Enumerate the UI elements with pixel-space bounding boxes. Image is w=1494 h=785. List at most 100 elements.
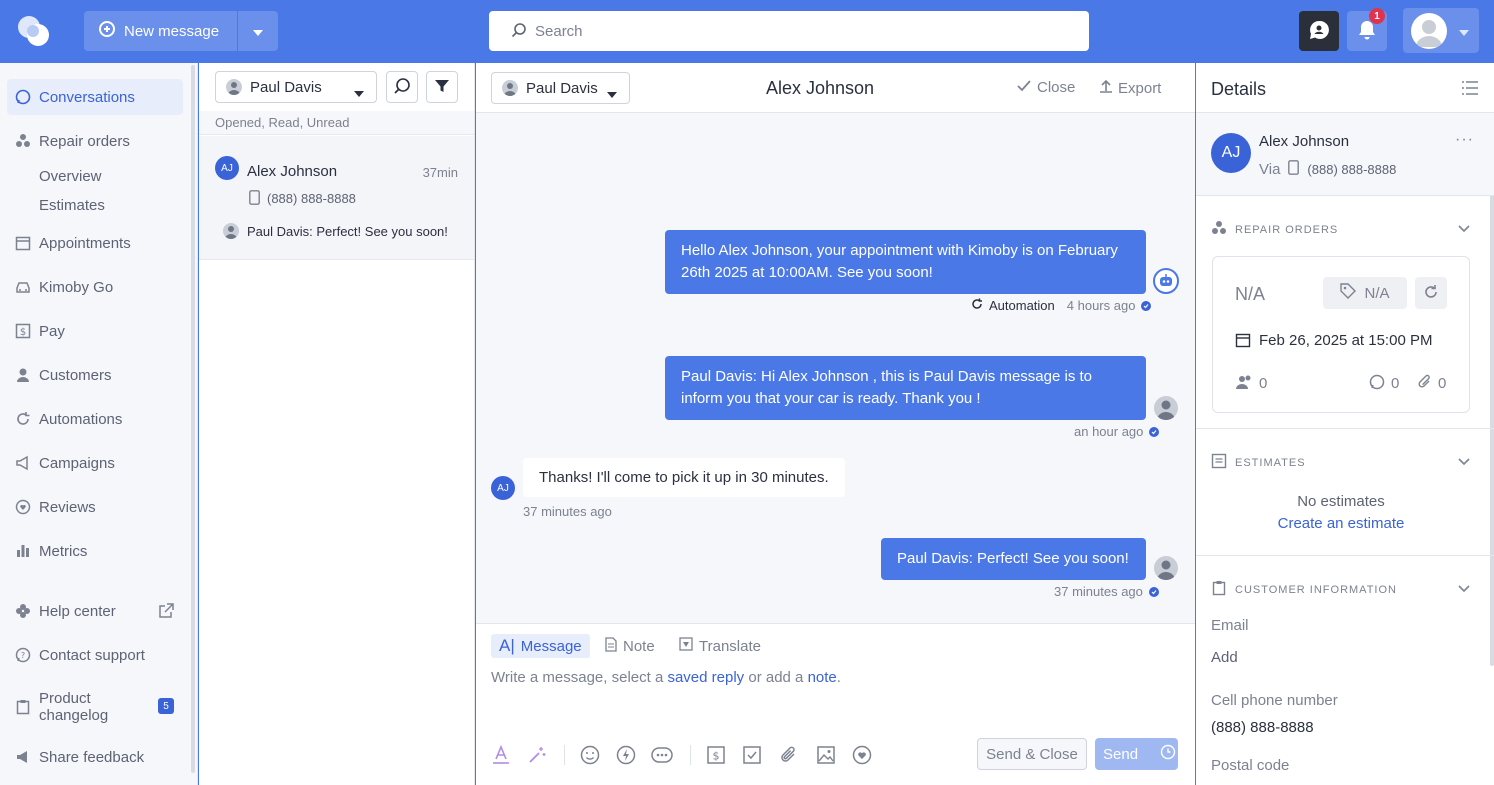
- refresh-button[interactable]: [1415, 277, 1447, 309]
- sidebar-subitem-overview[interactable]: Overview: [39, 168, 102, 185]
- tab-message[interactable]: A| Message: [491, 634, 590, 658]
- repair-order-card[interactable]: N/A N/A Feb 26, 2025 at 15:00 PM 0 0 0: [1212, 256, 1470, 413]
- sidebar-item-campaigns[interactable]: Campaigns: [7, 445, 183, 481]
- search-input[interactable]: [535, 22, 1075, 40]
- automation-icon: [971, 298, 983, 313]
- tab-translate[interactable]: Translate: [671, 634, 769, 658]
- svg-text:$: $: [713, 750, 720, 763]
- payment-request-icon[interactable]: $: [705, 744, 727, 766]
- assigned-agent-select[interactable]: Paul Davis: [491, 72, 630, 104]
- list-view-icon[interactable]: [1462, 81, 1478, 98]
- filter-button[interactable]: [426, 71, 458, 103]
- sidebar-item-help-center[interactable]: Help center: [7, 593, 183, 629]
- emoji-icon[interactable]: [579, 744, 601, 766]
- more-options-icon[interactable]: ···: [1455, 131, 1474, 149]
- sidebar-item-label: Help center: [39, 602, 116, 620]
- kimoby-logo[interactable]: [16, 13, 52, 49]
- new-message-button[interactable]: New message: [84, 11, 237, 51]
- message-input[interactable]: Write a message, select a saved reply or…: [491, 669, 841, 686]
- sidebar-item-label: Campaigns: [39, 454, 115, 472]
- new-message-dropdown[interactable]: [237, 11, 278, 51]
- add-note-link[interactable]: note: [808, 669, 837, 686]
- sidebar-item-label: Metrics: [39, 542, 88, 560]
- sidebar-item-contact-support[interactable]: ? Contact support: [7, 637, 183, 673]
- repair-orders-section-header[interactable]: REPAIR ORDERS: [1211, 220, 1338, 239]
- live-chat-button[interactable]: [1299, 11, 1339, 51]
- send-label: Send: [1103, 745, 1139, 763]
- message-bubble-icon: [1369, 374, 1385, 393]
- magic-wand-icon[interactable]: [526, 744, 548, 766]
- approval-icon[interactable]: [741, 744, 763, 766]
- contact-avatar: AJ: [1211, 133, 1251, 173]
- sidebar-item-reviews[interactable]: Reviews: [7, 489, 183, 525]
- upload-icon: [1100, 79, 1112, 97]
- sidebar-item-repair-orders[interactable]: Repair orders: [7, 123, 183, 159]
- sidebar-item-conversations[interactable]: Conversations: [7, 79, 183, 115]
- chevron-down-icon[interactable]: [1458, 580, 1470, 596]
- email-label: Email: [1211, 617, 1249, 634]
- tab-note[interactable]: Note: [597, 634, 663, 658]
- customer-information-section-header[interactable]: CUSTOMER INFORMATION: [1211, 580, 1397, 599]
- schedule-icon[interactable]: [1160, 744, 1176, 764]
- repair-orders-icon: [15, 133, 31, 149]
- email-add-field[interactable]: Add: [1211, 649, 1238, 666]
- changelog-badge: 5: [158, 698, 174, 714]
- agent-filter-value: Paul Davis: [250, 78, 322, 96]
- assigned-agent-value: Paul Davis: [526, 79, 598, 97]
- estimates-section-header[interactable]: ESTIMATES: [1211, 453, 1306, 472]
- variables-icon[interactable]: [651, 744, 673, 766]
- sidebar-item-kimoby-go[interactable]: Kimoby Go: [7, 269, 183, 305]
- close-conversation-button[interactable]: Close: [1017, 79, 1075, 96]
- attachment-icon[interactable]: [778, 744, 800, 766]
- tab-label: Translate: [699, 637, 761, 655]
- message-meta: an hour ago: [1074, 424, 1160, 439]
- user-menu-button[interactable]: [1403, 8, 1479, 53]
- conversation-item[interactable]: AJ Alex Johnson 37min (888) 888-8888 Pau…: [199, 136, 474, 260]
- filter-summary[interactable]: Opened, Read, Unread: [199, 111, 474, 135]
- top-bar: New message 1: [0, 0, 1494, 63]
- agent-avatar: [1154, 396, 1178, 420]
- send-and-close-button[interactable]: Send & Close: [977, 738, 1087, 770]
- tab-label: Message: [520, 637, 582, 655]
- agent-avatar-icon: [223, 223, 239, 239]
- app-window: New message 1: [0, 0, 1494, 785]
- send-button[interactable]: Send: [1095, 738, 1178, 770]
- chevron-down-icon[interactable]: [1458, 220, 1470, 236]
- sidebar-scrollbar[interactable]: [191, 65, 195, 773]
- sidebar-item-metrics[interactable]: Metrics: [7, 533, 183, 569]
- sidebar-item-pay[interactable]: $ Pay: [7, 313, 183, 349]
- dollar-icon: $: [15, 323, 31, 339]
- sidebar-subitem-estimates[interactable]: Estimates: [39, 197, 105, 214]
- details-scrollbar[interactable]: [1490, 116, 1494, 666]
- review-request-icon[interactable]: [851, 744, 873, 766]
- image-icon[interactable]: [815, 744, 837, 766]
- notifications-button[interactable]: 1: [1347, 8, 1387, 51]
- text-style-icon[interactable]: [490, 744, 512, 766]
- cell-phone-value[interactable]: (888) 888-8888: [1211, 719, 1314, 736]
- section-divider: [1196, 428, 1494, 429]
- delivered-check-icon: [1148, 586, 1159, 597]
- tag-button[interactable]: N/A: [1323, 277, 1407, 309]
- attachment-icon: [1417, 374, 1433, 393]
- tag-icon: [1340, 283, 1357, 303]
- sidebar-item-appointments[interactable]: Appointments: [7, 225, 183, 261]
- estimates-empty-text: No estimates: [1297, 493, 1385, 510]
- chevron-down-icon[interactable]: [1458, 453, 1470, 469]
- contact-name: Alex Johnson: [1259, 133, 1350, 150]
- close-label: Close: [1037, 79, 1076, 96]
- conversation-time: 37min: [422, 165, 458, 180]
- sidebar-item-automations[interactable]: Automations: [7, 401, 183, 437]
- external-link-icon: [158, 603, 174, 622]
- quick-reply-icon[interactable]: [615, 744, 637, 766]
- sidebar-item-product-changelog[interactable]: Product changelog: [7, 687, 183, 727]
- section-title: ESTIMATES: [1235, 456, 1306, 469]
- sidebar-item-share-feedback[interactable]: Share feedback: [7, 739, 183, 775]
- create-estimate-link[interactable]: Create an estimate: [1196, 515, 1486, 532]
- saved-reply-link[interactable]: saved reply: [667, 669, 744, 686]
- sidebar-item-customers[interactable]: Customers: [7, 357, 183, 393]
- message-count: 0: [1391, 375, 1400, 392]
- person-icon: [15, 367, 31, 383]
- export-button[interactable]: Export: [1100, 79, 1161, 97]
- agent-filter-select[interactable]: Paul Davis: [215, 71, 377, 103]
- search-conversations-button[interactable]: [386, 71, 418, 103]
